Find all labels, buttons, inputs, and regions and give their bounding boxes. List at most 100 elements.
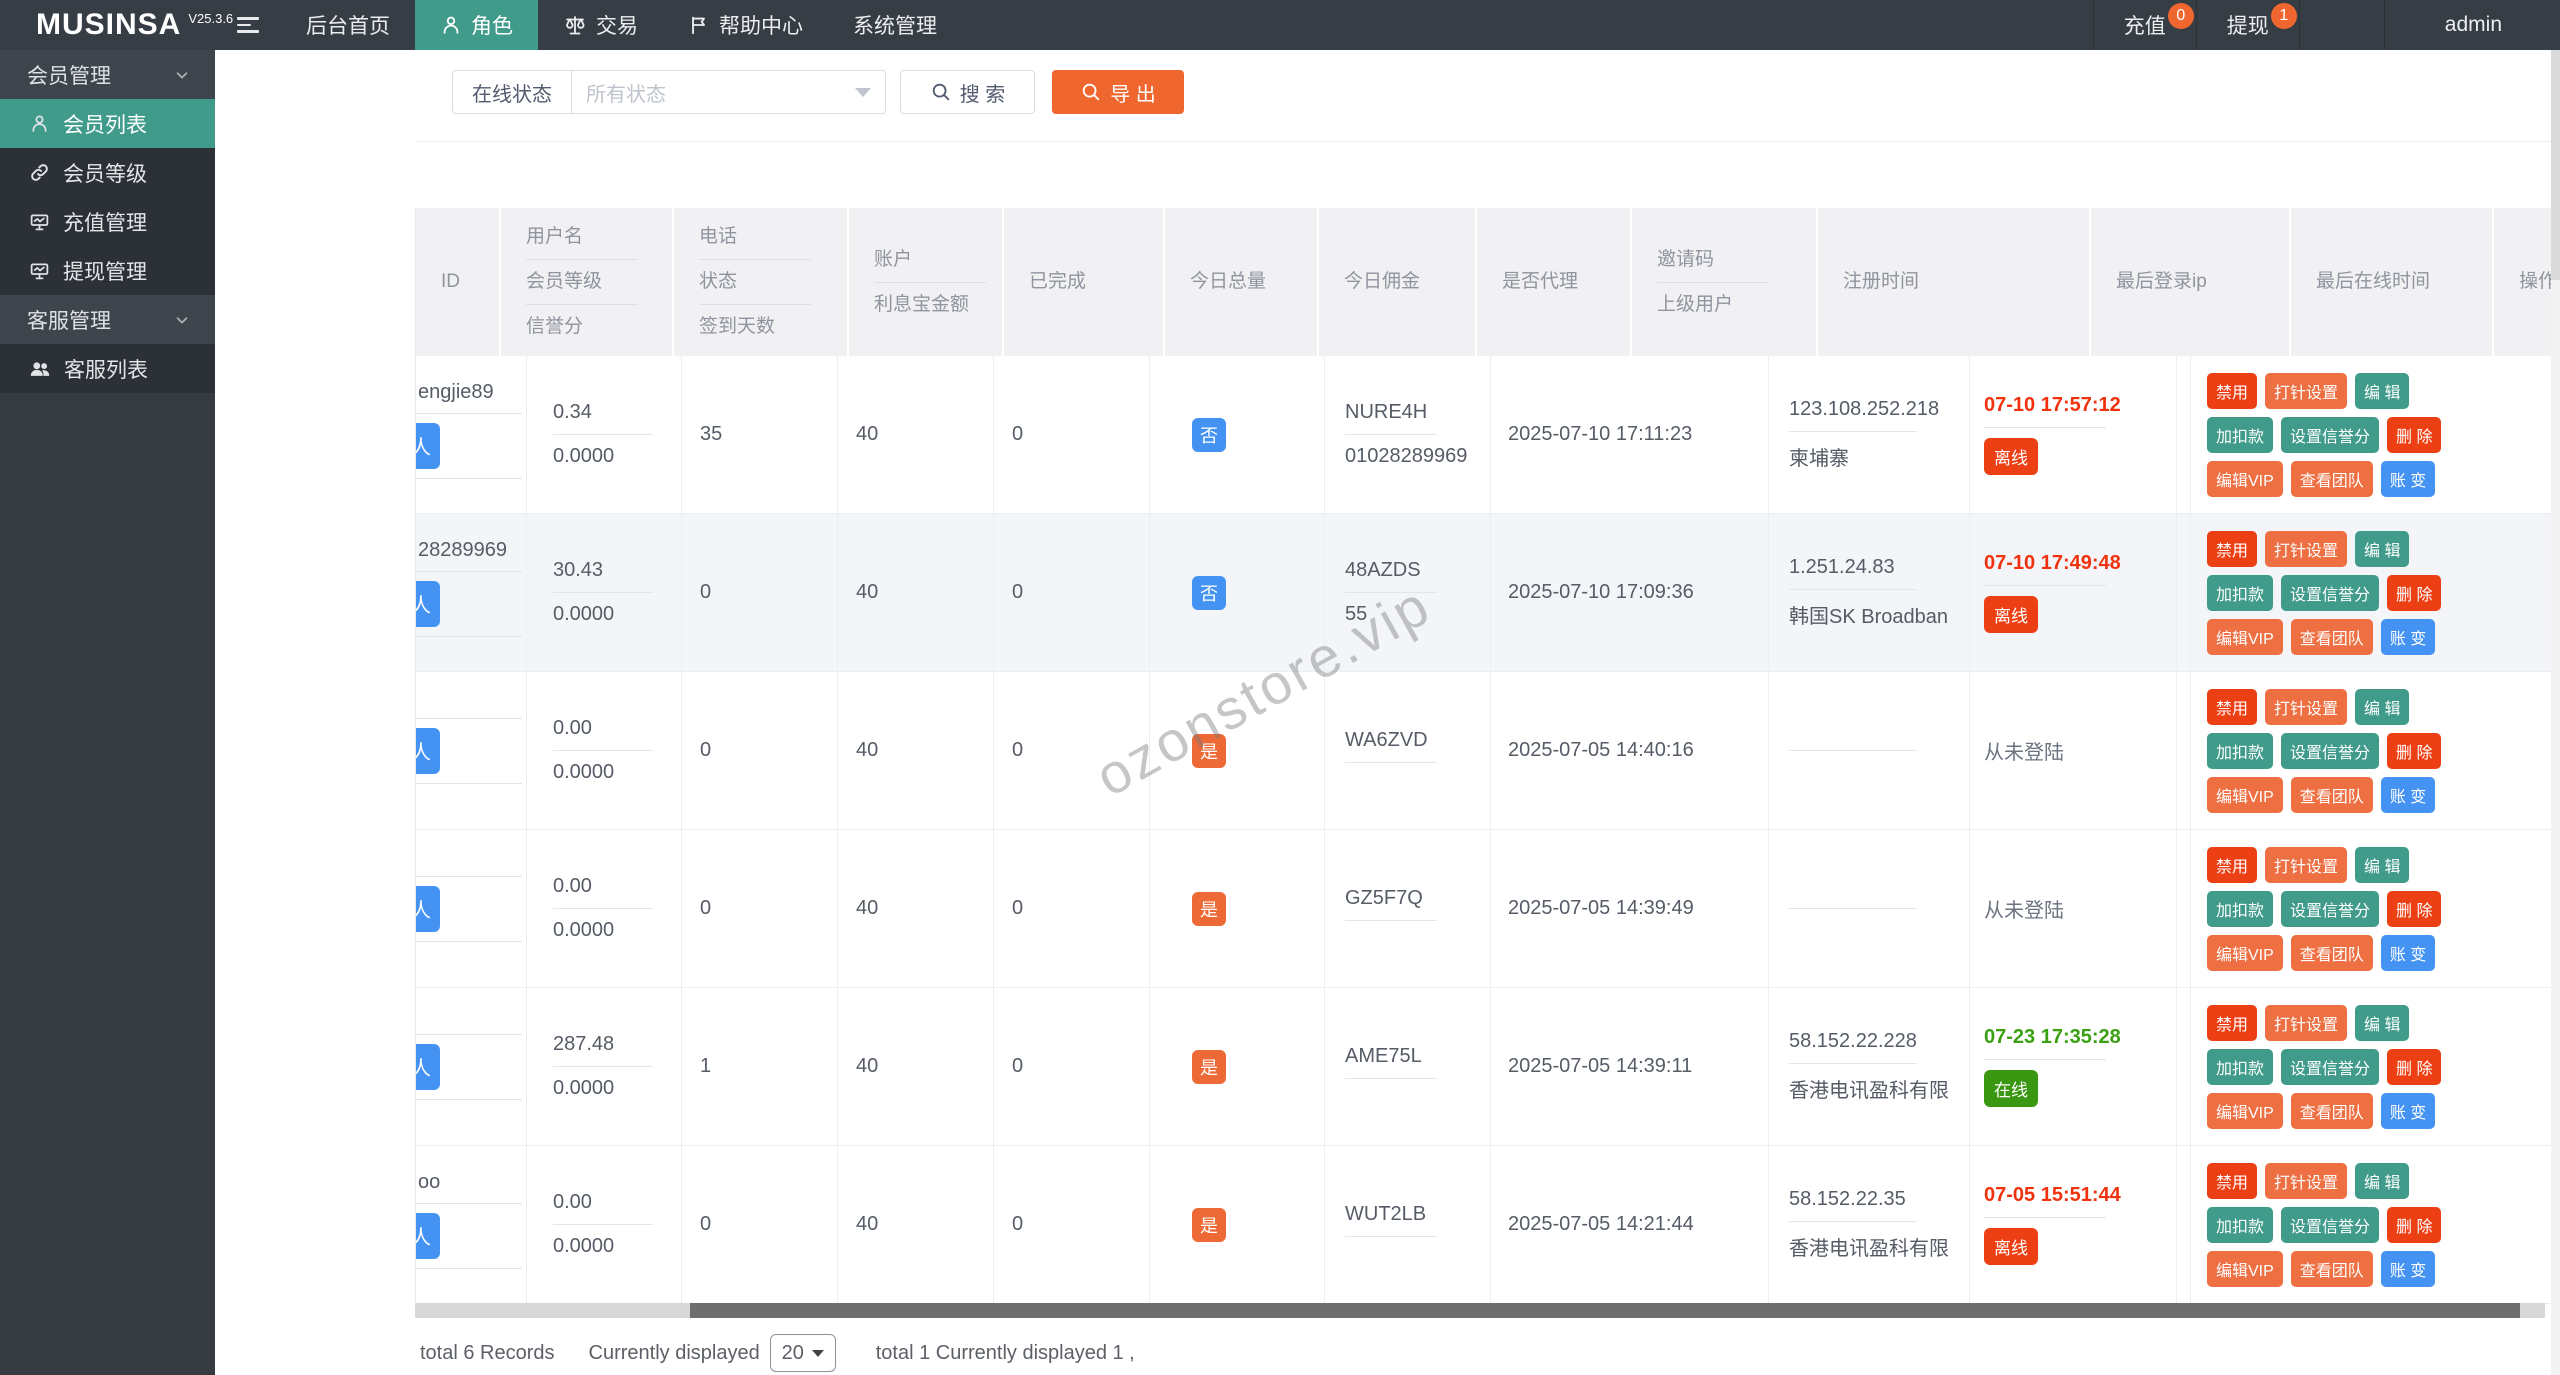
cell-actions: 禁用 打针设置 编 辑 加扣款 设置信誉分 删 除 编辑VIP 查看团队 账 变: [2191, 514, 2521, 671]
account-change-button[interactable]: 账 变: [2380, 1250, 2436, 1287]
edit-button[interactable]: 编 辑: [2355, 846, 2410, 883]
edit-vip-button[interactable]: 编辑VIP: [2207, 618, 2283, 655]
edit-button[interactable]: 编 辑: [2355, 1004, 2410, 1041]
edit-button[interactable]: 编 辑: [2355, 1162, 2410, 1199]
user-menu[interactable]: admin: [2383, 0, 2560, 50]
add-deduct-funds-button[interactable]: 加扣款: [2207, 890, 2274, 927]
set-credit-score-button[interactable]: 设置信誉分: [2281, 732, 2380, 769]
delete-button[interactable]: 删 除: [2387, 416, 2442, 453]
view-team-button[interactable]: 查看团队: [2290, 618, 2373, 655]
horizontal-scrollbar-thumb[interactable]: [690, 1303, 2520, 1318]
delete-button[interactable]: 删 除: [2387, 732, 2442, 769]
recharge-nav-button[interactable]: 充值 0: [2092, 0, 2196, 50]
withdraw-nav-button[interactable]: 提现 1: [2195, 0, 2299, 50]
sidebar-group-customer-service[interactable]: 客服管理: [0, 295, 215, 344]
edit-vip-button[interactable]: 编辑VIP: [2207, 1250, 2283, 1287]
disable-user-button[interactable]: 禁用: [2207, 530, 2258, 567]
sidebar-item-withdraw-management[interactable]: 提现管理: [0, 246, 215, 295]
recharge-badge: 0: [2167, 3, 2194, 29]
cell-today-total: 40: [838, 514, 994, 671]
chevron-down-icon: [855, 87, 871, 97]
injection-settings-button[interactable]: 打针设置: [2265, 530, 2348, 567]
account-balance: 0.00: [553, 717, 592, 739]
view-team-button[interactable]: 查看团队: [2290, 776, 2373, 813]
page-size-select[interactable]: 20: [769, 1334, 836, 1372]
add-deduct-funds-button[interactable]: 加扣款: [2207, 732, 2274, 769]
sidebar-item-member-level[interactable]: 会员等级: [0, 148, 215, 197]
cell-last-login-ip: 58.152.22.35 香港电讯盈科有限: [1769, 1146, 1970, 1303]
account-change-button[interactable]: 账 变: [2380, 776, 2436, 813]
view-team-button[interactable]: 查看团队: [2290, 460, 2373, 497]
sidebar-item-member-list[interactable]: 会员列表: [0, 99, 215, 148]
account-change-button[interactable]: 账 变: [2380, 618, 2436, 655]
cell-invite-code: 48AZDS 55: [1325, 514, 1491, 671]
delete-button[interactable]: 删 除: [2387, 1048, 2442, 1085]
cell-register-time: 2025-07-10 17:09:36: [1491, 514, 1769, 671]
nav-item-help-center[interactable]: 帮助中心: [663, 0, 828, 50]
edit-vip-button[interactable]: 编辑VIP: [2207, 934, 2283, 971]
view-team-button[interactable]: 查看团队: [2290, 1092, 2373, 1129]
set-credit-score-button[interactable]: 设置信誉分: [2281, 1048, 2380, 1085]
delete-button[interactable]: 删 除: [2387, 1206, 2442, 1243]
online-status-badge: 离线: [1984, 596, 2038, 633]
search-button[interactable]: 搜 索: [900, 70, 1035, 114]
injection-settings-button[interactable]: 打针设置: [2265, 1004, 2348, 1041]
injection-settings-button[interactable]: 打针设置: [2265, 1162, 2348, 1199]
add-deduct-funds-button[interactable]: 加扣款: [2207, 574, 2274, 611]
vertical-scrollbar[interactable]: [2551, 50, 2560, 1375]
injection-settings-button[interactable]: 打针设置: [2265, 846, 2348, 883]
sidebar-collapse-button[interactable]: [215, 0, 281, 50]
set-credit-score-button[interactable]: 设置信誉分: [2281, 890, 2380, 927]
delete-button[interactable]: 删 除: [2387, 890, 2442, 927]
user-icon: [440, 14, 462, 36]
vertical-scrollbar-thumb[interactable]: [2551, 50, 2560, 280]
disable-user-button[interactable]: 禁用: [2207, 1162, 2258, 1199]
set-credit-score-button[interactable]: 设置信誉分: [2281, 1206, 2380, 1243]
edit-button[interactable]: 编 辑: [2355, 372, 2410, 409]
export-button[interactable]: 导 出: [1052, 70, 1184, 114]
injection-settings-button[interactable]: 打针设置: [2265, 372, 2348, 409]
parent-user: 01028289969: [1345, 445, 1468, 467]
injection-settings-button[interactable]: 打针设置: [2265, 688, 2348, 725]
online-status-select[interactable]: 所有状态: [571, 70, 886, 114]
account-change-button[interactable]: 账 变: [2380, 934, 2436, 971]
set-credit-score-button[interactable]: 设置信誉分: [2281, 416, 2380, 453]
set-credit-score-button[interactable]: 设置信誉分: [2281, 574, 2380, 611]
disable-user-button[interactable]: 禁用: [2207, 372, 2258, 409]
edit-button[interactable]: 编 辑: [2355, 688, 2410, 725]
sidebar-group-member-management[interactable]: 会员管理: [0, 50, 215, 99]
edit-vip-button[interactable]: 编辑VIP: [2207, 460, 2283, 497]
horizontal-scrollbar[interactable]: [415, 1303, 2545, 1318]
add-deduct-funds-button[interactable]: 加扣款: [2207, 1206, 2274, 1243]
edit-vip-button[interactable]: 编辑VIP: [2207, 1092, 2283, 1129]
sidebar-item-recharge-management[interactable]: 充值管理: [0, 197, 215, 246]
invite-code: WA6ZVD: [1345, 728, 1428, 751]
account-change-button[interactable]: 账 变: [2380, 460, 2436, 497]
delete-button[interactable]: 删 除: [2387, 574, 2442, 611]
cell-balance: 0.00 0.0000: [527, 830, 682, 987]
refresh-button[interactable]: [2298, 0, 2384, 50]
edit-vip-button[interactable]: 编辑VIP: [2207, 776, 2283, 813]
sidebar-item-customer-service-list[interactable]: 客服列表: [0, 344, 215, 393]
account-balance: 287.48: [553, 1033, 615, 1055]
add-deduct-funds-button[interactable]: 加扣款: [2207, 416, 2274, 453]
account-change-button[interactable]: 账 变: [2380, 1092, 2436, 1129]
cell-today-total: 40: [838, 1146, 994, 1303]
nav-item-dashboard[interactable]: 后台首页: [281, 0, 415, 50]
chevron-down-icon: [173, 311, 191, 329]
disable-user-button[interactable]: 禁用: [2207, 1004, 2258, 1041]
nav-item-system[interactable]: 系统管理: [828, 0, 962, 50]
interest-amount: 0.0000: [553, 445, 615, 467]
add-deduct-funds-button[interactable]: 加扣款: [2207, 1048, 2274, 1085]
cell-is-agent: 是: [1150, 672, 1325, 829]
nav-item-roles[interactable]: 角色: [415, 0, 538, 50]
cell-actions: 禁用 打针设置 编 辑 加扣款 设置信誉分 删 除 编辑VIP 查看团队 账 变: [2191, 830, 2521, 987]
account-balance: 0.00: [553, 1191, 592, 1213]
view-team-button[interactable]: 查看团队: [2290, 1250, 2373, 1287]
edit-button[interactable]: 编 辑: [2355, 530, 2410, 567]
nav-item-trade[interactable]: 交易: [538, 0, 663, 50]
disable-user-button[interactable]: 禁用: [2207, 688, 2258, 725]
view-team-button[interactable]: 查看团队: [2290, 934, 2373, 971]
disable-user-button[interactable]: 禁用: [2207, 846, 2258, 883]
cell-today-commission: 0: [994, 830, 1150, 987]
